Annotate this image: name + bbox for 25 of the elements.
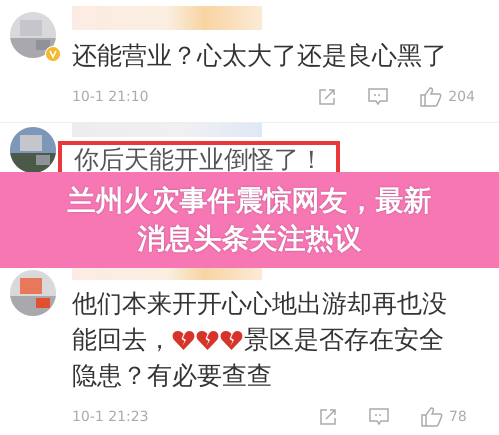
comment-text: 你后天能开业倒怪了！ <box>74 145 324 175</box>
broken-heart-icon <box>220 330 243 350</box>
comment-text: 景区是否存在安全 <box>244 324 444 356</box>
avatar[interactable] <box>10 127 56 173</box>
headline-text: 消息头条关注热议 <box>138 221 362 257</box>
broken-heart-icon <box>196 330 219 350</box>
broken-heart-icon <box>172 330 195 350</box>
comment-time: 10-1 21:23 <box>72 409 149 425</box>
avatar[interactable] <box>10 12 56 58</box>
verified-badge-icon <box>45 46 61 62</box>
comment-icon[interactable] <box>369 408 389 426</box>
comment-time: 10-1 21:10 <box>72 89 149 105</box>
avatar[interactable] <box>10 270 56 316</box>
comment-text: 隐患？有必要查查 <box>72 360 272 392</box>
like-count: 78 <box>449 409 468 425</box>
share-icon[interactable] <box>318 88 336 106</box>
like-count: 204 <box>448 89 475 105</box>
like-icon[interactable] <box>421 407 443 427</box>
comment-text: 能回去， <box>72 324 172 356</box>
share-icon[interactable] <box>319 408 337 426</box>
comment-text: 还能营业？心太大了还是良心黑了 <box>72 40 447 72</box>
headline-text: 兰州火灾事件震惊网友，最新 <box>68 183 432 219</box>
like-icon[interactable] <box>420 87 442 107</box>
comment-icon[interactable] <box>368 88 388 106</box>
comment-text: 他们本来开开心心地出游却再也没 <box>72 288 447 320</box>
